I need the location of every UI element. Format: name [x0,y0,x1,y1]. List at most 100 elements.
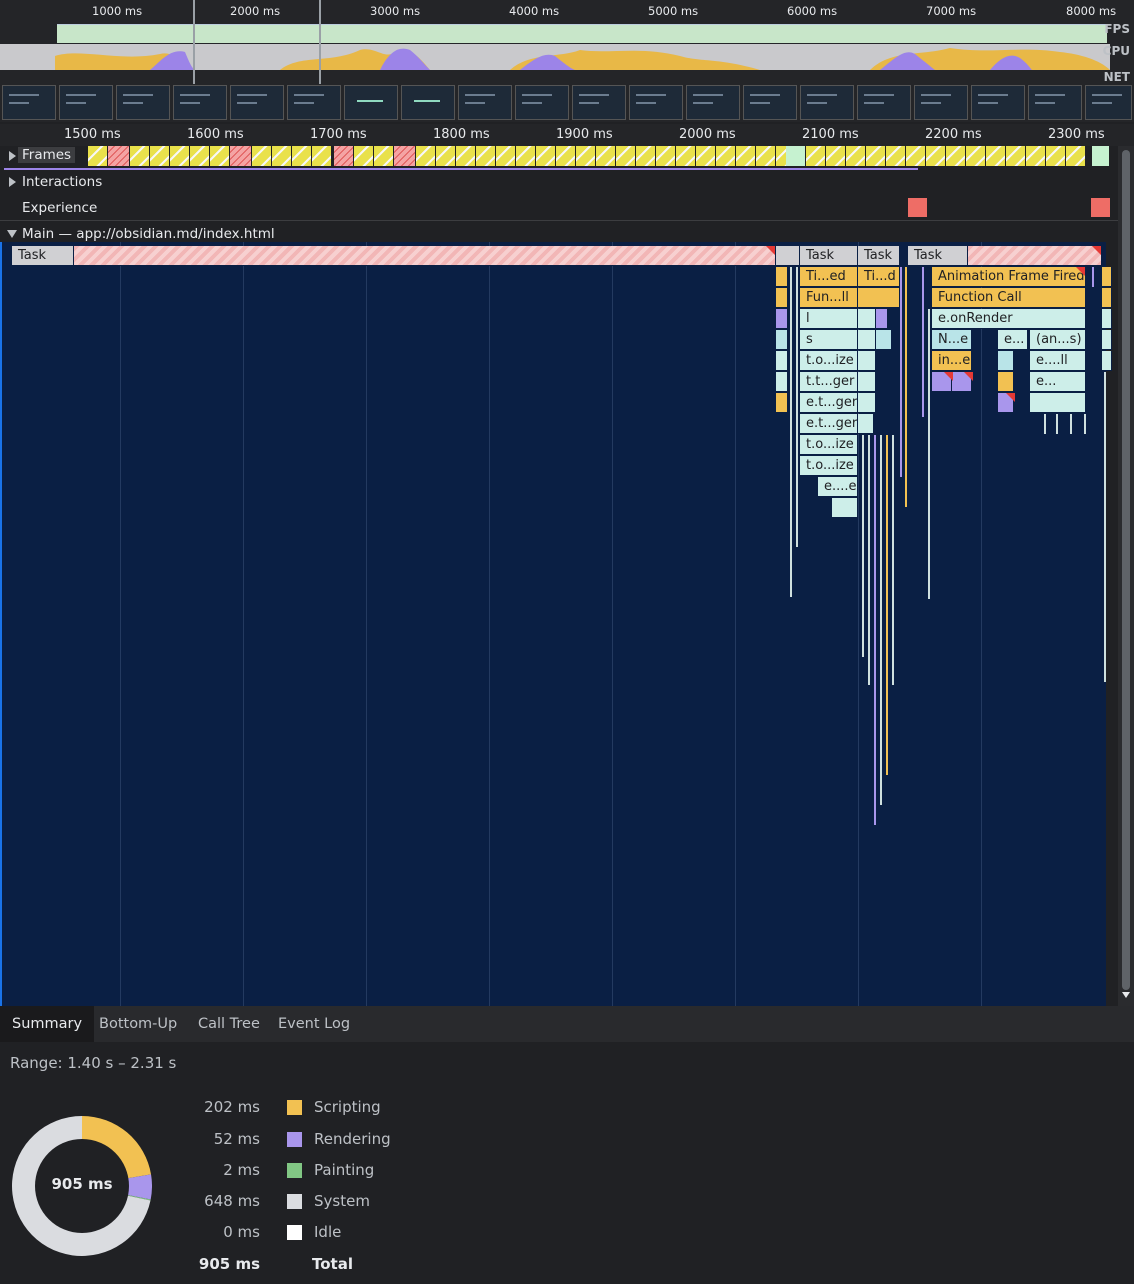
main-flame-chart[interactable]: Task Task Task Task Ti...ed Fun...ll l s… [0,242,1112,1006]
call-block[interactable]: t.o...ize [800,351,858,371]
screenshot-thumbnail[interactable] [287,85,341,120]
call-block[interactable] [858,372,876,392]
screenshot-thumbnail[interactable] [686,85,740,120]
long-task-block[interactable] [968,246,1102,266]
tracks-scrollbar[interactable] [1118,146,1134,1006]
task-block[interactable] [776,246,800,266]
call-block[interactable] [858,414,874,434]
on-render-block[interactable]: e.onRender [932,309,1086,329]
screenshot-thumbnail[interactable] [971,85,1025,120]
main-thread-label[interactable]: Main — app://obsidian.md/index.html [22,226,275,242]
call-block[interactable] [858,309,876,329]
task-block[interactable]: Task [800,246,858,266]
call-block[interactable]: l [800,309,858,329]
call-block[interactable] [1102,351,1112,371]
layout-shift-marker[interactable] [1091,198,1110,217]
screenshot-thumbnail[interactable] [1085,85,1132,120]
screenshot-thumbnail[interactable] [458,85,512,120]
frames-track[interactable]: Frames [0,146,1118,170]
call-block[interactable] [832,498,858,518]
screenshot-thumbnail[interactable] [857,85,911,120]
screenshot-thumbnail[interactable] [59,85,113,120]
tab-summary[interactable]: Summary [0,1006,95,1042]
call-block[interactable] [858,393,876,413]
screenshot-thumbnail[interactable] [2,85,56,120]
screenshot-thumbnail[interactable] [401,85,455,120]
tab-call-tree[interactable]: Call Tree [186,1006,272,1042]
screenshot-thumbnail[interactable] [800,85,854,120]
tab-event-log[interactable]: Event Log [266,1006,362,1042]
time-ruler[interactable]: 1500 ms 1600 ms 1700 ms 1800 ms 1900 ms … [0,124,1134,147]
screenshot-thumbnail[interactable] [116,85,170,120]
call-block[interactable]: t.o...ize [800,435,858,455]
task-block[interactable]: Task [908,246,968,266]
call-block[interactable]: t.o...ize [800,456,858,476]
call-block[interactable] [776,351,788,371]
call-block[interactable] [1102,267,1112,287]
overview-selection-handle-right[interactable] [319,0,321,84]
call-block[interactable] [876,330,892,350]
task-block[interactable]: Task [858,246,900,266]
call-block[interactable] [776,309,788,329]
animation-frame-fired-block[interactable]: Animation Frame Fired [932,267,1086,287]
expand-arrow-icon[interactable] [9,177,16,187]
collapse-arrow-icon[interactable] [7,230,17,238]
call-block[interactable]: (an...s) [1030,330,1086,350]
screenshot-thumbnail[interactable] [743,85,797,120]
call-block[interactable] [776,330,788,350]
screenshot-thumbnail[interactable] [914,85,968,120]
call-block[interactable]: in...e [932,351,972,371]
call-block[interactable]: s [800,330,858,350]
expand-arrow-icon[interactable] [9,151,16,161]
timeline-overview[interactable]: 1000 ms 2000 ms 3000 ms 4000 ms 5000 ms … [0,0,1134,122]
call-block[interactable]: e.t...ger [800,393,858,413]
call-block[interactable] [776,393,788,413]
call-block[interactable] [776,288,788,308]
timer-fired-block[interactable]: Ti...ed [800,267,858,287]
screenshot-thumbnail[interactable] [344,85,398,120]
call-block[interactable]: e... [998,330,1028,350]
scrollbar-thumb[interactable] [1122,150,1130,990]
long-task-block[interactable] [74,246,776,266]
call-block[interactable]: e....ll [1030,351,1086,371]
function-call-block[interactable] [858,288,900,308]
interactions-track-label[interactable]: Interactions [22,174,102,190]
call-block[interactable]: e....e [818,477,858,497]
call-block[interactable]: t.t...ger [800,372,858,392]
timeline-tracks[interactable]: Frames Interactions Experience Main — ap… [0,146,1118,1006]
legend-row-system: 648 ms System [0,1192,420,1216]
call-block[interactable] [876,309,888,329]
function-call-block[interactable]: Fun...ll [800,288,858,308]
call-block[interactable] [1102,330,1112,350]
experience-track-label[interactable]: Experience [22,200,97,216]
range-text: Range: 1.40 s – 2.31 s [10,1054,177,1072]
screenshot-thumbnail[interactable] [1028,85,1082,120]
timer-fired-block[interactable]: Ti...d [858,267,900,287]
frames-bar[interactable] [88,146,1110,166]
call-block[interactable] [776,267,788,287]
screenshot-thumbnail[interactable] [572,85,626,120]
call-block[interactable]: N...e [932,330,972,350]
layout-shift-marker[interactable] [908,198,927,217]
call-block[interactable] [858,351,876,371]
details-tabs[interactable]: Summary Bottom-Up Call Tree Event Log [0,1006,1134,1043]
screenshot-thumbnail[interactable] [230,85,284,120]
screenshot-thumbnail[interactable] [629,85,683,120]
overview-selection-handle-left[interactable] [193,0,195,84]
call-block[interactable] [858,330,876,350]
call-block[interactable] [1030,393,1086,413]
call-block[interactable] [776,372,788,392]
call-block[interactable]: e... [1030,372,1086,392]
call-block[interactable] [1102,309,1112,329]
call-block[interactable] [998,372,1014,392]
function-call-block[interactable]: Function Call [932,288,1086,308]
legend-row-rendering: 52 ms Rendering [0,1130,420,1154]
call-block[interactable]: e.t...ger [800,414,858,434]
call-block[interactable] [998,351,1014,371]
scroll-down-arrow-icon[interactable] [1122,992,1130,998]
tab-bottom-up[interactable]: Bottom-Up [87,1006,189,1042]
task-block[interactable]: Task [12,246,74,266]
screenshot-thumbnail[interactable] [173,85,227,120]
screenshot-thumbnail[interactable] [515,85,569,120]
call-block[interactable] [1102,288,1112,308]
